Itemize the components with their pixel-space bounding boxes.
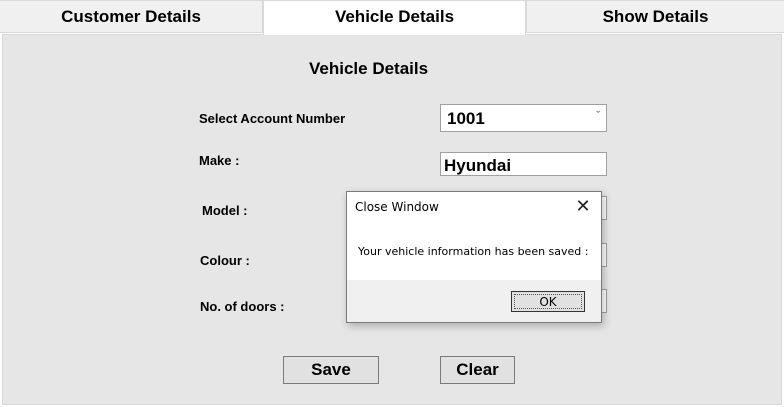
tab-vehicle-details[interactable]: Vehicle Details: [263, 0, 526, 35]
model-label: Model :: [202, 203, 248, 218]
page-title: Vehicle Details: [309, 59, 429, 78]
save-button-label: Save: [311, 360, 351, 379]
tab-label: Customer Details: [61, 6, 201, 26]
close-icon[interactable]: ✕: [573, 196, 593, 217]
make-label: Make :: [199, 153, 240, 168]
account-number-label: Select Account Number: [199, 111, 346, 126]
app-window: Customer Details Show Details Vehicle De…: [0, 0, 784, 407]
make-value: Hyundai: [444, 156, 512, 175]
chevron-down-icon[interactable]: ˇ: [596, 110, 600, 122]
clear-button-label: Clear: [456, 360, 499, 379]
save-button[interactable]: Save: [283, 356, 379, 384]
tab-label: Vehicle Details: [334, 7, 455, 26]
clear-button[interactable]: Clear: [440, 356, 515, 384]
message-dialog: Close Window ✕ Your vehicle information …: [346, 191, 602, 323]
colour-label: Colour :: [200, 253, 250, 268]
account-number-select[interactable]: 1001 ˇ: [440, 104, 607, 132]
tab-label: Show Details: [602, 6, 709, 26]
dialog-message: Your vehicle information has been saved …: [358, 245, 589, 258]
ok-button[interactable]: OK: [511, 291, 585, 312]
doors-label: No. of doors :: [200, 299, 285, 314]
tab-show-details[interactable]: Show Details: [526, 0, 784, 33]
tab-customer-details[interactable]: Customer Details: [0, 0, 263, 33]
tab-strip: Customer Details Show Details Vehicle De…: [0, 0, 784, 35]
make-field[interactable]: Hyundai: [440, 152, 607, 176]
dialog-title: Close Window: [355, 200, 439, 214]
ok-button-label: OK: [539, 294, 557, 309]
account-number-value: 1001: [447, 109, 485, 128]
